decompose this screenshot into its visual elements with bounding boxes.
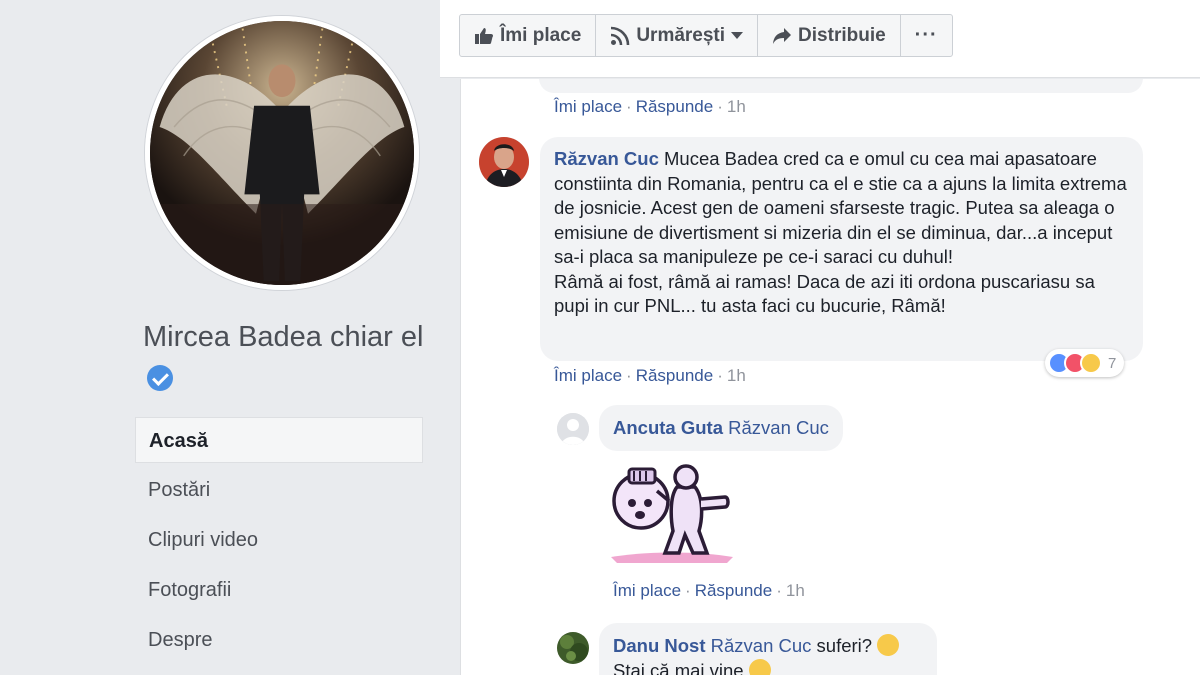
reply-reply-link[interactable]: Răspunde: [695, 581, 773, 600]
comment-time[interactable]: 1h: [727, 97, 746, 116]
meta-separator: ·: [717, 97, 723, 116]
reply-author[interactable]: Danu Nost: [613, 635, 706, 656]
reply-meta: Îmi place · Răspunde · 1h: [613, 581, 805, 601]
reply-text-continued: Stai că mai vine: [613, 659, 744, 675]
grinning-emoji-icon: [877, 634, 900, 656]
user-avatar-image: [479, 137, 529, 187]
comment-reply-link[interactable]: Răspunde: [636, 366, 714, 385]
like-page-label: Îmi place: [500, 24, 582, 46]
nav-item-home[interactable]: Acasă: [135, 417, 423, 463]
comment-author[interactable]: Răzvan Cuc: [554, 148, 659, 169]
page-name-text[interactable]: Mircea Badea chiar el: [143, 321, 423, 353]
meta-separator: ·: [626, 366, 632, 385]
sticker-character-icon: [611, 464, 733, 563]
comment-text-continued: Râmă ai fost, râmă ai ramas! Daca de azi…: [554, 270, 1095, 317]
profile-photo-image: [150, 21, 414, 285]
meta-separator: ·: [776, 581, 782, 600]
reply-author[interactable]: Ancuta Guta: [613, 417, 723, 438]
reaction-count: 7: [1108, 354, 1117, 372]
avatar[interactable]: [557, 632, 589, 664]
comment-like-link[interactable]: Îmi place: [554, 97, 622, 116]
reply-mention[interactable]: Răzvan Cuc: [728, 417, 829, 438]
smiling-emoji-icon: [748, 658, 771, 675]
comments-feed: Îmi place · Răspunde · 1h Răzvan Cuc Mucea B…: [460, 79, 1200, 675]
user-avatar-image: [557, 632, 589, 664]
reaction-summary[interactable]: 7: [1045, 349, 1125, 377]
nav-item-photos[interactable]: Fotografii: [135, 567, 423, 613]
avatar[interactable]: [479, 137, 529, 187]
follow-label: Urmărești: [636, 24, 726, 46]
meta-separator: ·: [717, 366, 723, 385]
reply-time[interactable]: 1h: [786, 581, 805, 600]
share-button[interactable]: Distribuie: [758, 15, 901, 56]
reply-like-link[interactable]: Îmi place: [613, 581, 681, 600]
thumbs-up-icon: [475, 27, 493, 44]
sticker-image[interactable]: [607, 457, 733, 567]
meta-separator: ·: [626, 97, 632, 116]
follow-button[interactable]: Urmărești: [596, 15, 759, 56]
comment-meta-1: Îmi place · Răspunde · 1h: [554, 366, 746, 386]
verified-check-icon: [147, 365, 173, 391]
avatar[interactable]: [557, 413, 589, 445]
rss-follow-icon: [611, 26, 630, 45]
reply-bubble: Ancuta Guta Răzvan Cuc: [599, 405, 843, 451]
chevron-down-icon: [731, 31, 744, 39]
reply-text: suferi?: [816, 635, 873, 656]
comment-reply-link[interactable]: Răspunde: [636, 97, 714, 116]
share-label: Distribuie: [798, 24, 886, 46]
nav-item-about[interactable]: Despre: [135, 617, 423, 663]
wow-reaction-icon: [1080, 352, 1102, 374]
page-action-bar: Îmi place Urmărești Distribuie ···: [440, 0, 1200, 78]
meta-separator: ·: [685, 581, 691, 600]
more-options-button[interactable]: ···: [901, 15, 952, 56]
default-avatar-icon: [557, 413, 589, 445]
nav-item-posts[interactable]: Postări: [135, 467, 423, 513]
main-column: Îmi place Urmărești Distribuie ··· Îmi p…: [440, 0, 1200, 675]
comment-time[interactable]: 1h: [727, 366, 746, 385]
comment-like-link[interactable]: Îmi place: [554, 366, 622, 385]
more-dots-icon: ···: [914, 24, 938, 46]
page-title[interactable]: Mircea Badea chiar el: [143, 316, 433, 400]
profile-picture[interactable]: [145, 16, 419, 290]
reply-bubble: Danu Nost Răzvan Cuc suferi? Stai că mai…: [599, 623, 937, 675]
comment-bubble: Răzvan Cuc Mucea Badea cred ca e omul cu…: [540, 137, 1143, 361]
page-nav: Acasă Postări Clipuri video Fotografii D…: [135, 417, 423, 667]
like-page-button[interactable]: Îmi place: [460, 15, 597, 56]
page-sidebar: Mircea Badea chiar el Acasă Postări Clip…: [0, 0, 440, 675]
comment-meta-0: Îmi place · Răspunde · 1h: [554, 97, 746, 117]
nav-item-videos[interactable]: Clipuri video: [135, 517, 423, 563]
previous-comment-bubble: [539, 79, 1143, 93]
action-button-group: Îmi place Urmărești Distribuie ···: [459, 14, 953, 57]
share-arrow-icon: [773, 27, 792, 44]
reply-mention[interactable]: Răzvan Cuc: [711, 635, 812, 656]
